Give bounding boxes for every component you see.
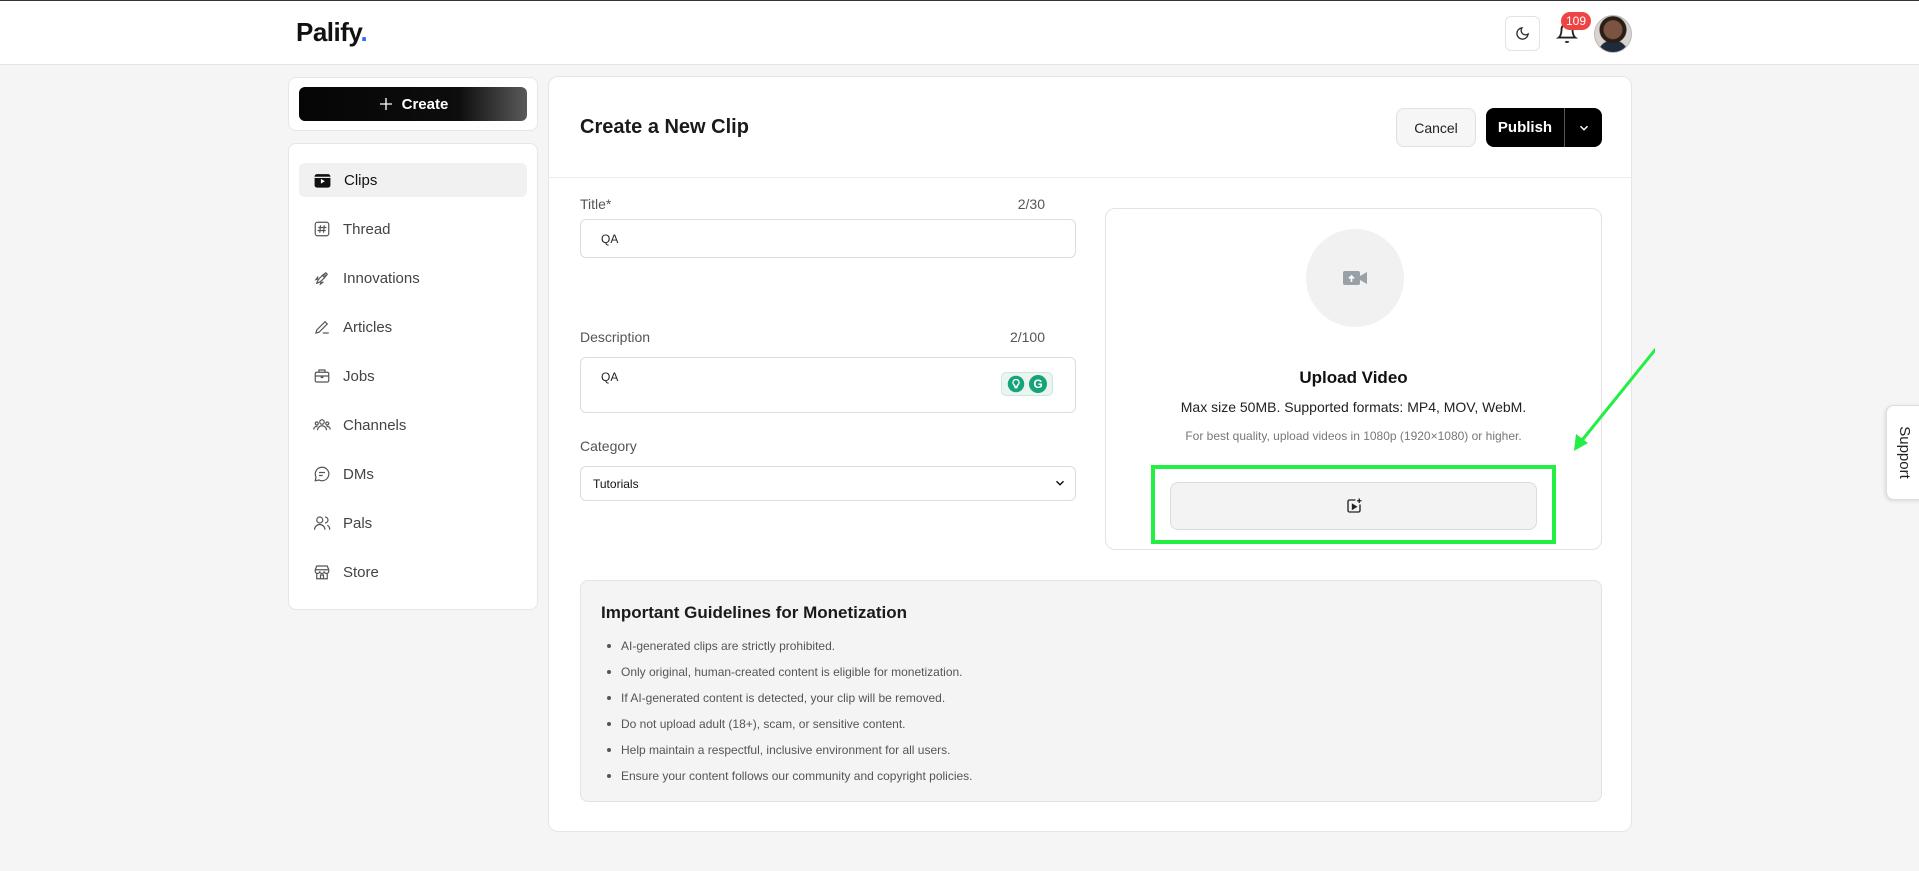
pencil-icon <box>315 320 329 334</box>
clips-icon <box>314 173 331 188</box>
title-input[interactable]: QA <box>580 219 1076 258</box>
briefcase-icon <box>314 369 330 383</box>
guidelines-title: Important Guidelines for Monetization <box>601 603 907 622</box>
publish-button-group: Publish <box>1486 108 1602 147</box>
guideline-item: Do not upload adult (18+), scam, or sens… <box>601 711 973 737</box>
create-button-label: Create <box>401 95 449 113</box>
hash-icon <box>314 221 330 237</box>
guidelines-list: AI-generated clips are strictly prohibit… <box>601 633 973 789</box>
guideline-item: AI-generated clips are strictly prohibit… <box>601 633 973 659</box>
category-select[interactable]: Tutorials <box>580 466 1076 501</box>
guideline-item: Only original, human-created content is … <box>601 659 973 685</box>
guideline-item: Help maintain a respectful, inclusive en… <box>601 737 973 763</box>
cancel-button[interactable]: Cancel <box>1396 108 1476 147</box>
sidebar-item-thread[interactable]: Thread <box>299 212 527 246</box>
support-label: Support <box>1896 426 1914 479</box>
lightbulb-icon <box>1007 375 1025 393</box>
highlight-box <box>1151 465 1556 544</box>
top-bar: Palify. 109 <box>0 0 1919 65</box>
chevron-down-icon <box>1055 480 1065 486</box>
sidebar-item-pals[interactable]: Pals <box>299 506 527 540</box>
sidebar-item-clips[interactable]: Clips <box>299 163 527 197</box>
sidebar-item-innovations[interactable]: Innovations <box>299 261 527 295</box>
sidebar-item-channels[interactable]: Channels <box>299 408 527 442</box>
create-card: Create <box>288 77 538 131</box>
description-char-count: 2/100 <box>1009 329 1045 345</box>
sidebar-item-label: Articles <box>343 318 393 336</box>
card-header: Create a New Clip Cancel Publish <box>549 77 1631 178</box>
sidebar-item-label: Store <box>343 563 379 581</box>
grammarly-icon: G <box>1029 375 1047 393</box>
title-char-count: 2/30 <box>1017 196 1045 212</box>
rocket-icon <box>314 271 329 286</box>
sidebar-item-label: Jobs <box>343 367 375 385</box>
sidebar-item-jobs[interactable]: Jobs <box>299 359 527 393</box>
users-icon <box>313 419 331 431</box>
store-icon <box>314 565 330 580</box>
create-clip-card: Create a New Clip Cancel Publish Title* … <box>548 76 1632 832</box>
create-button[interactable]: Create <box>299 87 527 121</box>
upload-requirements: Max size 50MB. Supported formats: MP4, M… <box>1180 399 1527 415</box>
annotation-arrow-icon <box>1574 347 1655 451</box>
guideline-item: If AI-generated content is detected, you… <box>601 685 973 711</box>
category-label: Category <box>580 438 637 454</box>
chevron-down-icon <box>1579 125 1588 131</box>
title-label: Title* <box>580 196 612 212</box>
category-selected-value: Tutorials <box>593 476 639 491</box>
sidebar-item-label: Thread <box>343 220 391 238</box>
sidebar-item-label: Channels <box>343 416 407 434</box>
monetization-guidelines: Important Guidelines for Monetization AI… <box>580 580 1602 802</box>
grammarly-widget[interactable]: G <box>1001 372 1053 396</box>
user-avatar[interactable] <box>1594 15 1632 53</box>
moon-icon <box>1516 27 1529 40</box>
description-text: QA <box>601 370 619 384</box>
sidebar-item-label: DMs <box>343 465 374 483</box>
theme-toggle-button[interactable] <box>1505 16 1540 51</box>
video-camera-icon <box>1343 271 1367 285</box>
sidebar-nav: Clips Thread Innovations Articles Jobs C… <box>288 143 538 610</box>
guideline-item: Ensure your content follows our communit… <box>601 763 973 789</box>
publish-button[interactable]: Publish <box>1486 108 1565 147</box>
publish-options-button[interactable] <box>1565 108 1602 147</box>
description-textarea[interactable]: QA G <box>580 357 1076 413</box>
sidebar-item-label: Clips <box>344 171 378 189</box>
upload-title: Upload Video <box>1299 368 1408 387</box>
sidebar-item-dms[interactable]: DMs <box>299 457 527 491</box>
sidebar-item-label: Innovations <box>343 269 420 287</box>
sidebar-item-label: Pals <box>343 514 373 532</box>
user-icon <box>313 516 331 530</box>
sidebar-item-store[interactable]: Store <box>299 555 527 589</box>
sidebar-item-articles[interactable]: Articles <box>299 310 527 344</box>
page-title: Create a New Clip <box>580 116 749 138</box>
notification-badge: 109 <box>1561 12 1592 30</box>
plus-icon <box>379 98 392 110</box>
chat-icon <box>314 466 330 482</box>
logo[interactable]: Palify. <box>296 17 368 48</box>
support-tab[interactable]: Support <box>1886 405 1919 500</box>
upload-placeholder <box>1306 229 1404 327</box>
description-label: Description <box>580 329 651 345</box>
upload-quality-hint: For best quality, upload videos in 1080p… <box>1185 429 1522 443</box>
